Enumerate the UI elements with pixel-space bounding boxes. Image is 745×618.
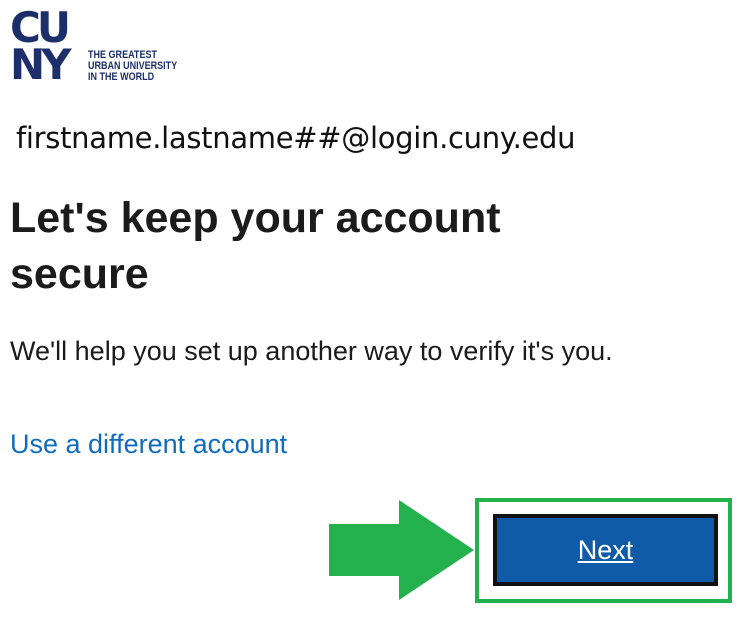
green-arrow-icon	[329, 500, 474, 600]
next-button[interactable]: Next	[493, 514, 718, 586]
cuny-logo: CU NY THE GREATEST URBAN UNIVERSITY IN T…	[10, 7, 190, 89]
page-title: Let's keep your account secure	[10, 194, 501, 298]
account-email: firstname.lastname##@login.cuny.edu	[16, 121, 576, 155]
logo-tagline: THE GREATEST URBAN UNIVERSITY IN THE WOR…	[88, 50, 178, 83]
use-different-account-link[interactable]: Use a different account	[10, 429, 287, 460]
logo-letters-bottom: NY	[10, 40, 72, 89]
page-description: We'll help you set up another way to ver…	[10, 336, 613, 366]
logo-letters: CU NY	[10, 7, 82, 89]
logo-tagline-line: IN THE WORLD	[88, 71, 155, 83]
